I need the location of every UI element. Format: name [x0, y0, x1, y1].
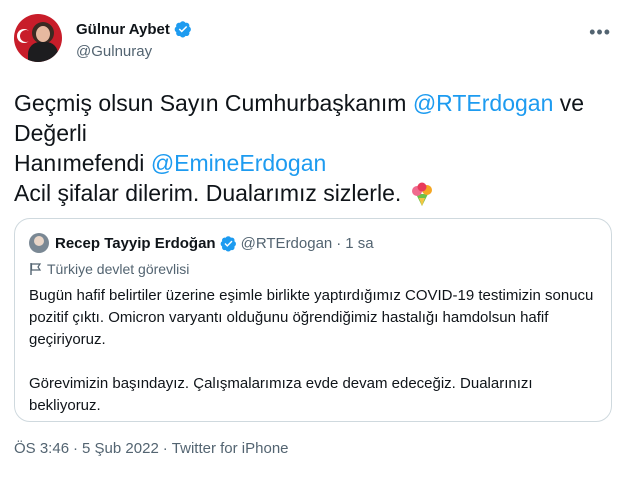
tweet-text-line3: Hanımefendi	[14, 150, 151, 176]
verified-badge-icon	[174, 21, 191, 38]
avatar-body	[28, 42, 58, 62]
tweet-footer: ÖS 3:46 · 5 Şub 2022 · Twitter for iPhone	[14, 440, 289, 457]
quoted-separator: ·	[336, 234, 342, 252]
tweet-text-line2: Değerli	[14, 120, 87, 146]
mention-link-rterdogan[interactable]: @RTErdogan	[413, 90, 554, 116]
quoted-verified-badge-icon	[220, 235, 236, 252]
quoted-author-avatar[interactable]	[29, 233, 49, 253]
flag-crescent-cutout	[20, 30, 32, 42]
tweet-header: Gülnur Aybet @Gulnuray •••	[14, 14, 615, 70]
tweet-text-line1-tail: ve	[553, 90, 585, 116]
quoted-author-display-name[interactable]: Recep Tayyip Erdoğan	[55, 235, 216, 252]
tweet-text-line1: Geçmiş olsun Sayın Cumhurbaşkanım	[14, 90, 413, 116]
government-official-label-text: Türkiye devlet görevlisi	[47, 261, 190, 277]
quoted-tweet-header: Recep Tayyip Erdoğan @RTErdogan · 1 sa	[29, 233, 374, 253]
author-display-name[interactable]: Gülnur Aybet	[76, 21, 170, 38]
quoted-tweet-card[interactable]: Recep Tayyip Erdoğan @RTErdogan · 1 sa T…	[14, 218, 612, 422]
bouquet-emoji-icon	[411, 182, 432, 206]
government-official-label: Türkiye devlet görevlisi	[29, 261, 189, 277]
quoted-tweet-body: Bugün hafif belirtiler üzerine eşimle bi…	[29, 285, 599, 439]
tweet-text-line4: Acil şifalar dilerim. Dualarımız sizlerl…	[14, 180, 402, 206]
tweet-source[interactable]: Twitter for iPhone	[172, 440, 289, 457]
author-avatar[interactable]	[14, 14, 62, 62]
quoted-tweet-time[interactable]: 1 sa	[345, 235, 373, 252]
tweet-date[interactable]: 5 Şub 2022	[82, 440, 159, 457]
footer-separator-1: ·	[73, 440, 79, 457]
author-handle[interactable]: @Gulnuray	[76, 43, 152, 60]
quoted-tweet-paragraph-2: Görevimizin başındayız. Çalışmalarımıza …	[29, 375, 533, 414]
tweet-text: Geçmiş olsun Sayın Cumhurbaşkanım @RTErd…	[14, 88, 614, 208]
author-name-row[interactable]: Gülnur Aybet	[76, 20, 192, 38]
tweet-time[interactable]: ÖS 3:46	[14, 440, 69, 457]
quoted-author-handle[interactable]: @RTErdogan	[241, 235, 333, 252]
mention-link-emineerdogan[interactable]: @EmineErdogan	[151, 150, 327, 176]
more-horizontal-icon[interactable]: •••	[589, 22, 611, 43]
footer-separator-2: ·	[162, 440, 168, 457]
avatar-face	[36, 26, 50, 42]
quoted-tweet-paragraph-1: Bugün hafif belirtiler üzerine eşimle bi…	[29, 287, 594, 348]
flag-icon	[30, 263, 42, 275]
